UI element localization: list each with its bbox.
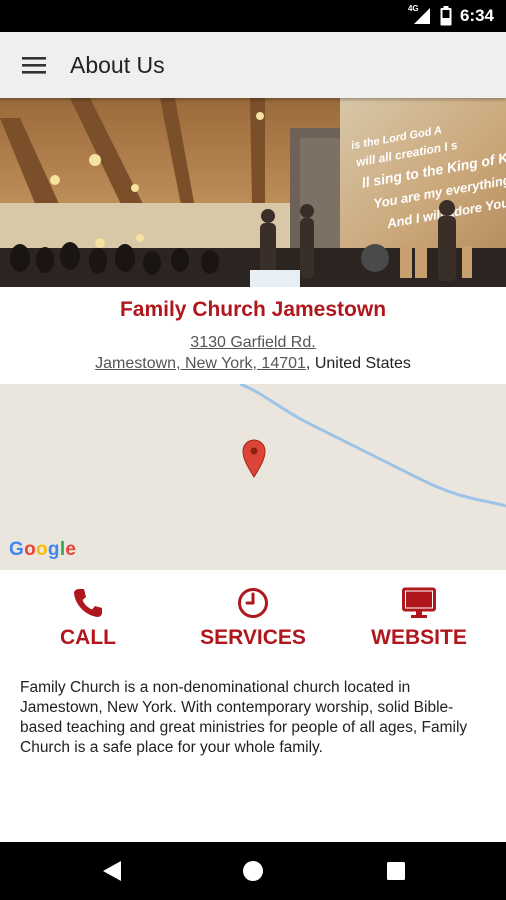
hero-image: is the Lord God A will all creation I s … (0, 98, 506, 287)
church-description: Family Church is a non-denominational ch… (20, 679, 468, 756)
services-label: SERVICES (200, 626, 306, 649)
hamburger-menu-icon (22, 57, 46, 74)
church-info: Family Church Jamestown 3130 Garfield Rd… (0, 287, 506, 384)
call-button[interactable]: CALL (4, 570, 172, 670)
back-triangle-icon (103, 861, 121, 881)
status-time: 6:34 (459, 6, 494, 25)
home-circle-icon (243, 861, 263, 881)
status-bar: 4G 6:34 (0, 0, 506, 32)
back-button[interactable] (82, 842, 142, 900)
google-logo: Google (9, 539, 77, 560)
address-street-link[interactable]: 3130 Garfield Rd. (0, 334, 506, 352)
church-name: Family Church Jamestown (119, 298, 387, 321)
menu-button[interactable] (20, 51, 48, 79)
network-type: 4G (407, 4, 419, 13)
map-pin-icon[interactable] (242, 439, 266, 478)
home-button[interactable] (223, 842, 283, 900)
battery-icon (440, 6, 452, 26)
address-city-link[interactable]: Jamestown, New York, 14701 (95, 355, 306, 372)
call-label: CALL (60, 626, 116, 649)
status-icons: 4G 6:34 (407, 0, 494, 32)
services-button[interactable]: SERVICES (169, 570, 337, 670)
app-bar: About Us (0, 32, 506, 98)
website-button[interactable]: WEBSITE (335, 570, 503, 670)
system-nav-bar (0, 842, 506, 900)
website-label: WEBSITE (371, 626, 467, 649)
monitor-icon (402, 587, 436, 618)
recents-square-icon (387, 862, 405, 880)
address-line: Jamestown, New York, 14701, United State… (0, 355, 506, 373)
clock-icon (238, 588, 268, 618)
recents-button[interactable] (366, 842, 426, 900)
action-bar: CALL SERVICES WEBSITE (0, 570, 506, 670)
signal-icon: 4G (407, 4, 432, 25)
map-view[interactable]: Google (0, 384, 506, 570)
phone-icon (74, 589, 102, 617)
address-country: , United States (305, 355, 411, 372)
page-title: About Us (70, 52, 165, 78)
